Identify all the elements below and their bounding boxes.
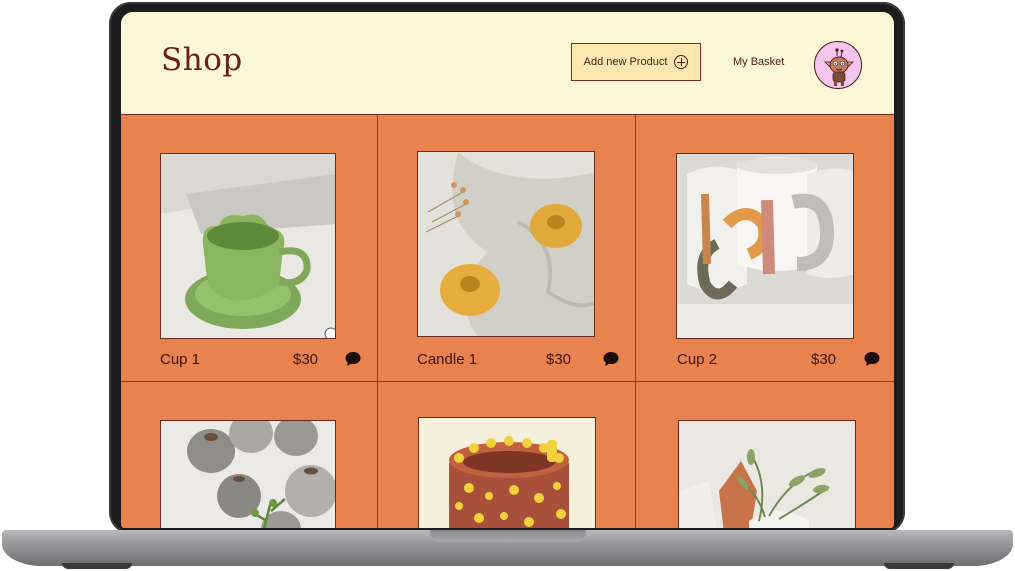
candle-photo	[418, 152, 594, 336]
add-new-product-button[interactable]: Add new Product	[571, 43, 701, 81]
product-grid: Cup 1 $30 Candle 1 $30 Cup 2 $30	[121, 115, 894, 528]
cup-2-photo	[677, 154, 853, 338]
product-card[interactable]: Cup 2 $30	[636, 115, 894, 382]
product-card[interactable]: Cup 1 $30	[121, 115, 378, 382]
product-image-plant-vase[interactable]	[678, 420, 856, 528]
comment-icon[interactable]	[344, 350, 362, 368]
vases-photo	[161, 421, 335, 528]
product-image-candle[interactable]	[417, 151, 595, 337]
creature-avatar-icon	[824, 48, 854, 86]
product-price: $30	[293, 351, 319, 368]
product-image-vases[interactable]	[160, 420, 336, 528]
laptop-screen: Shop Add new Product My Basket Cup 1 $30…	[121, 12, 894, 528]
laptop-opening-notch	[430, 530, 586, 542]
app-header: Shop Add new Product My Basket	[121, 12, 894, 115]
product-name[interactable]: Cup 2	[677, 351, 717, 368]
add-new-product-label: Add new Product	[583, 56, 668, 68]
product-card[interactable]	[378, 382, 636, 528]
avatar[interactable]	[814, 41, 862, 89]
laptop-foot-left	[62, 563, 132, 569]
product-price: $30	[546, 351, 572, 368]
product-name[interactable]: Cup 1	[160, 351, 200, 368]
product-name[interactable]: Candle 1	[417, 351, 477, 368]
product-image-textured-pot[interactable]	[418, 417, 596, 528]
product-price: $30	[811, 351, 837, 368]
green-cup-photo	[161, 154, 335, 338]
comment-icon[interactable]	[602, 350, 620, 368]
product-card[interactable]	[636, 382, 894, 528]
plus-circle-icon	[674, 55, 689, 69]
product-image-green-cup[interactable]	[160, 153, 336, 339]
product-card[interactable]: Candle 1 $30	[378, 115, 636, 382]
textured-pot-photo	[419, 418, 595, 528]
laptop-foot-right	[884, 563, 954, 569]
shop-logo[interactable]: Shop	[161, 42, 243, 78]
product-image-cup-2[interactable]	[676, 153, 854, 339]
comment-icon[interactable]	[863, 350, 881, 368]
product-card[interactable]	[121, 382, 378, 528]
plant-vase-photo	[679, 421, 855, 528]
my-basket-link[interactable]: My Basket	[733, 56, 784, 68]
